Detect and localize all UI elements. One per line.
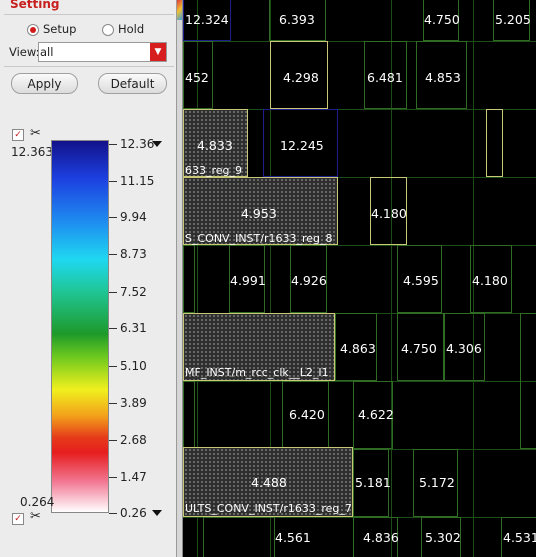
legend-tick <box>109 217 117 218</box>
setup-radio[interactable] <box>27 24 39 36</box>
title-divider <box>4 14 174 15</box>
region-label: ULTS_CONV_INST/r1633_reg_7 <box>185 502 352 515</box>
cell-value: 12.245 <box>280 138 324 153</box>
settings-panel: Setting Setup Hold View: all ▼ Apply Def… <box>0 0 177 557</box>
legend-tick-label: 3.89 <box>120 396 147 410</box>
chevron-down-icon[interactable]: ▼ <box>150 43 166 61</box>
layout-canvas[interactable]: 12.324 6.393 4.750 5.205 452 4.298 6.481… <box>183 0 536 557</box>
legend-tick-label: 1.47 <box>120 470 147 484</box>
region-label: MF_INST/m_rcc_clk__L2_I1 <box>185 366 329 379</box>
legend-tick-label: 0.26 <box>120 506 147 520</box>
setup-radio-label[interactable]: Setup <box>43 22 76 36</box>
max-handle-icon[interactable] <box>152 141 162 147</box>
legend-tick-label: 11.15 <box>120 174 155 188</box>
scissors-icon[interactable]: ✂ <box>30 509 41 524</box>
cell-box[interactable] <box>203 517 275 557</box>
hold-radio[interactable] <box>102 24 114 36</box>
legend-tick <box>109 440 117 441</box>
legend-tick-label: 7.52 <box>120 285 147 299</box>
scissors-icon[interactable]: ✂ <box>30 126 41 141</box>
cell-value: 4.306 <box>446 341 482 356</box>
legend-tick <box>109 366 117 367</box>
min-limit-checkbox[interactable]: ✓ <box>12 513 24 525</box>
cell-value: 4.750 <box>401 341 437 356</box>
cell-value: 5.181 <box>355 475 391 490</box>
max-value-label: 12.363 <box>11 145 53 159</box>
cell-value: 4.991 <box>230 273 266 288</box>
cell-value: 5.172 <box>419 475 455 490</box>
cell-value: 5.302 <box>425 530 461 545</box>
cell-value: 4.926 <box>291 273 327 288</box>
region-label: S_CONV_INST/r1633_reg_8 <box>185 232 333 245</box>
cell-value: 452 <box>185 70 209 85</box>
cell-value: 4.298 <box>283 70 319 85</box>
apply-button[interactable]: Apply <box>11 73 78 94</box>
cell-value: 6.420 <box>289 407 325 422</box>
cell-value: 6.393 <box>279 12 315 27</box>
view-select[interactable]: all ▼ <box>38 42 167 62</box>
panel-divider <box>4 66 174 67</box>
cell-value: 12.324 <box>185 12 229 27</box>
cell-value: 4.863 <box>340 341 376 356</box>
hold-radio-label[interactable]: Hold <box>118 22 144 36</box>
cell-box[interactable] <box>183 381 195 449</box>
cell-value: 5.205 <box>495 12 531 27</box>
legend-tick-label: 9.94 <box>120 210 147 224</box>
cell-value: 4.833 <box>197 138 233 153</box>
legend-tick-label: 2.68 <box>120 433 147 447</box>
legend-tick-label: 12.36 <box>120 137 155 151</box>
view-select-value: all <box>40 45 54 59</box>
cell-value: 4.750 <box>424 12 460 27</box>
cell-value: 4.180 <box>371 206 407 221</box>
legend-tick <box>109 181 117 182</box>
legend-tick <box>109 328 117 329</box>
cell-value: 4.531 <box>503 530 536 545</box>
legend-tick <box>109 254 117 255</box>
legend-tick <box>109 513 117 514</box>
max-limit-checkbox[interactable]: ✓ <box>12 129 24 141</box>
legend-tick <box>109 292 117 293</box>
grid-line <box>183 41 536 42</box>
cell-box[interactable] <box>486 109 503 177</box>
legend-tick <box>109 403 117 404</box>
color-scale-bar <box>51 140 109 513</box>
min-value-label: 0.264 <box>20 495 55 509</box>
cell-value: 6.481 <box>367 70 403 85</box>
cell-box[interactable] <box>520 313 536 449</box>
cell-value: 4.561 <box>275 530 311 545</box>
cell-value: 4.953 <box>241 206 277 221</box>
legend-tick-label: 6.31 <box>120 321 147 335</box>
cell-value: 4.853 <box>425 70 461 85</box>
view-label: View: <box>9 45 40 59</box>
panel-title: Setting <box>10 0 60 11</box>
cell-value: 4.488 <box>251 475 287 490</box>
cell-value: 4.180 <box>472 273 508 288</box>
legend-tick <box>109 144 117 145</box>
legend-tick-label: 5.10 <box>120 359 147 373</box>
default-button[interactable]: Default <box>98 73 167 94</box>
legend-tick-label: 8.73 <box>120 247 147 261</box>
cell-value: 4.622 <box>358 407 394 422</box>
palette-icon[interactable] <box>177 0 182 20</box>
min-handle-icon[interactable] <box>152 510 162 516</box>
region-label: 633_reg_9 <box>185 164 243 177</box>
cell-value: 4.595 <box>403 273 439 288</box>
cell-value: 4.836 <box>363 530 399 545</box>
legend-tick <box>109 477 117 478</box>
cell-box[interactable] <box>183 245 195 313</box>
